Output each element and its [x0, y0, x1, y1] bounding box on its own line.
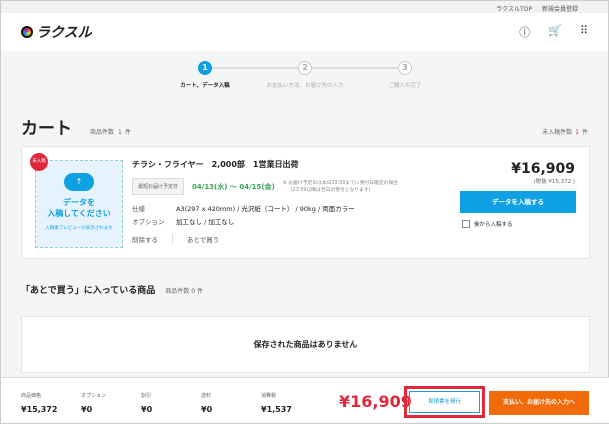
cart-item: 未入稿 ↑ データを 入稿してください 入稿後プレビューが表示されます チラシ・…: [21, 146, 590, 259]
saved-count-label: 商品件数: [165, 288, 190, 295]
step-3-label: ご購入の完了: [388, 83, 422, 89]
saved-count-unit: 件: [196, 288, 203, 295]
item-count-label: 商品件数: [90, 129, 115, 136]
item-price-excl-tax: (税抜 ¥15,372 ): [533, 179, 575, 185]
apps-grid-icon[interactable]: ⠿: [580, 24, 588, 40]
upload-dropzone[interactable]: ↑ データを 入稿してください 入稿後プレビューが表示されます: [35, 160, 123, 248]
proceed-to-payment-button[interactable]: 支払い、お届け先の入力へ: [489, 391, 589, 415]
upload-later-label: 後から入稿する: [474, 222, 513, 228]
upload-later-checkbox[interactable]: 後から入稿する: [462, 220, 513, 228]
issue-quote-button[interactable]: 見積書を発行: [409, 391, 480, 413]
pending-unit: 件: [581, 129, 588, 136]
help-icon[interactable]: ⓘ: [519, 24, 530, 40]
cart-icon[interactable]: 🛒: [548, 24, 562, 40]
option-total-label: オプション: [81, 393, 107, 399]
tax-value: ¥1,537: [261, 405, 292, 414]
cloud-upload-icon: ↑: [64, 173, 94, 191]
option-value: 加工なし / 加工なし: [176, 218, 235, 226]
step-2: 2: [298, 61, 312, 75]
grand-total: ¥16,909: [339, 392, 412, 411]
saved-empty-message: 保存された商品はありません: [21, 316, 590, 373]
header: ラクスル ⓘ 🛒 ⠿: [1, 13, 608, 51]
pending-label: 未入稿件数: [542, 129, 573, 136]
subtotal-value: ¥15,372: [21, 405, 58, 414]
step-1: 1: [198, 61, 212, 75]
page-title: カート: [21, 119, 72, 139]
save-later-link[interactable]: あとで買う: [187, 234, 233, 244]
spec-label: 仕様: [132, 205, 145, 213]
option-label: オプション: [132, 218, 165, 226]
pending-count: 1: [575, 129, 579, 136]
checkout-stepper: 1 2 3 カート、データ入稿 お支払い方法、お届け先の入力 ご購入の完了: [1, 51, 608, 106]
tax-label: 消費税: [261, 393, 277, 399]
quote-highlight: 見積書を発行: [404, 386, 485, 418]
step-1-label: カート、データ入稿: [180, 83, 230, 89]
item-count-unit: 件: [124, 129, 131, 136]
date-note-1: ※ お届け予定日は本日23:59までに受付日確定の場合: [282, 180, 399, 186]
logo[interactable]: ラクスル: [21, 22, 92, 42]
saved-count: 0: [191, 288, 196, 295]
logo-mark-icon: [21, 26, 33, 38]
rakusul-top-link[interactable]: ラクスルTOP: [496, 4, 532, 13]
delivery-date-label: 最短お届け予定日: [132, 178, 185, 195]
option-total-value: ¥0: [81, 405, 93, 414]
not-uploaded-badge: 未入稿: [30, 153, 48, 171]
saved-section-title: 「あとで買う」に入っている商品: [21, 286, 156, 296]
step-3: 3: [398, 61, 412, 75]
date-note-2: (23:59以降は翌日の受付となります): [290, 187, 371, 193]
logo-text: ラクスル: [36, 25, 92, 41]
subtotal-label: 商品価格: [21, 393, 42, 399]
item-price: ¥16,909: [511, 161, 575, 177]
upload-note: 入稿後プレビューが表示されます: [45, 226, 113, 231]
shipping-value: ¥0: [201, 405, 213, 414]
upload-data-button[interactable]: データを入稿する: [460, 191, 576, 213]
spec-value: A3(297 x 420mm) / 光沢紙（コート） / 90kg / 両面カラ…: [176, 205, 355, 213]
top-links-bar: ラクスルTOP 新規会員登録: [1, 1, 608, 13]
upload-text-2: 入稿してください: [47, 209, 111, 218]
shipping-label: 送料: [201, 393, 212, 399]
register-link[interactable]: 新規会員登録: [542, 4, 578, 13]
upload-text-1: データを: [63, 198, 95, 207]
order-summary-footer: 商品価格 ¥15,372 オプション ¥0 割引 ¥0 送料 ¥0 消費税 ¥1,537 …: [1, 377, 609, 423]
step-2-label: お支払い方法、お届け先の入力: [266, 83, 344, 89]
delivery-date: 04/13(水) 〜 04/15(金): [192, 182, 275, 191]
discount-label: 割引: [141, 393, 152, 399]
product-name: チラシ・フライヤー 2,000部 1営業日出荷: [132, 160, 299, 169]
discount-value: ¥0: [141, 405, 153, 414]
checkbox-icon[interactable]: [462, 220, 470, 228]
delete-link[interactable]: 削除する: [132, 234, 173, 244]
item-count: 1: [118, 129, 122, 136]
